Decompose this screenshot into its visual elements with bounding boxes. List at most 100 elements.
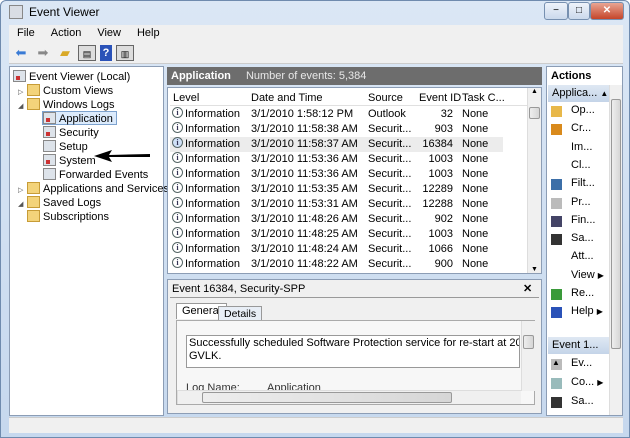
close-detail-button[interactable]: ✕ bbox=[523, 282, 532, 295]
action-item[interactable]: Cl... bbox=[571, 159, 591, 171]
cell-date-time: 3/1/2010 11:58:38 AM bbox=[251, 123, 358, 135]
maximize-button[interactable]: □ bbox=[568, 2, 590, 20]
action-item[interactable]: Co... ▶ bbox=[571, 376, 603, 388]
action-label: Ev... bbox=[571, 357, 593, 369]
log-icon bbox=[43, 140, 56, 152]
action-item[interactable]: Im... bbox=[571, 141, 592, 153]
expand-arrow-icon[interactable]: ▷ bbox=[18, 186, 23, 194]
scroll-thumb[interactable] bbox=[611, 99, 621, 349]
cell-level: Information bbox=[185, 258, 241, 270]
events-scrollbar[interactable]: ▲ ▼ bbox=[527, 88, 541, 273]
action-item[interactable]: Help ▶ bbox=[571, 305, 603, 317]
tree-item-subscriptions[interactable]: Subscriptions bbox=[27, 210, 109, 224]
minimize-button[interactable]: − bbox=[544, 2, 568, 20]
general-tab-content: Successfully scheduled Software Protecti… bbox=[176, 320, 535, 405]
help-icon[interactable]: ? bbox=[100, 44, 112, 61]
table-row[interactable]: i Information 3/1/2010 11:58:38 AM Securit.… bbox=[170, 122, 503, 137]
table-row[interactable]: i Information 3/1/2010 1:58:12 PM Outlook 32… bbox=[170, 107, 503, 122]
column-level[interactable]: Level bbox=[173, 90, 199, 106]
tree-item-custom-views[interactable]: Custom Views bbox=[27, 84, 113, 98]
cell-task-category: None bbox=[462, 168, 489, 180]
find-icon bbox=[551, 215, 562, 227]
back-icon[interactable]: ⬅ bbox=[12, 45, 30, 61]
detail-title: Event 16384, Security-SPP bbox=[172, 283, 306, 295]
column-headers: Level Date and Time Source Event ID Task… bbox=[170, 90, 527, 106]
action-item[interactable]: Filt... bbox=[571, 177, 595, 189]
expand-arrow-icon[interactable]: ▷ bbox=[18, 88, 23, 96]
show-hide-action-pane-icon[interactable]: ▥ bbox=[116, 44, 134, 61]
tree-item-system[interactable]: System bbox=[43, 154, 96, 168]
up-folder-icon[interactable]: ▰ bbox=[56, 45, 74, 61]
table-row[interactable]: i Information 3/1/2010 11:58:37 AM Securit.… bbox=[170, 137, 503, 152]
action-item[interactable]: Ev... bbox=[571, 357, 592, 369]
scroll-down-icon[interactable]: ▼ bbox=[528, 266, 541, 273]
cell-source: Securit... bbox=[368, 213, 412, 225]
cell-level: Information bbox=[185, 123, 241, 135]
tree-item-forwarded-events[interactable]: Forwarded Events bbox=[43, 168, 148, 182]
tab-details[interactable]: Details bbox=[218, 306, 263, 320]
actions-scrollbar[interactable] bbox=[609, 85, 622, 415]
cell-task-category: None bbox=[462, 243, 489, 255]
detail-vertical-scrollbar[interactable] bbox=[521, 321, 535, 391]
cell-date-time: 3/1/2010 11:48:25 AM bbox=[251, 228, 358, 240]
action-item[interactable]: Fin... bbox=[571, 214, 595, 226]
table-row[interactable]: i Information 3/1/2010 11:48:22 AM Securit.… bbox=[170, 257, 503, 272]
action-item[interactable]: Re... bbox=[571, 287, 594, 299]
tree-item-setup[interactable]: Setup bbox=[43, 140, 88, 154]
tree-item-applications-and-services[interactable]: Applications and Services Lo bbox=[27, 182, 184, 196]
column-event-id[interactable]: Event ID bbox=[419, 90, 461, 106]
folder-icon bbox=[27, 210, 40, 222]
menu-action[interactable]: Action bbox=[43, 25, 90, 42]
table-row[interactable]: i Information 3/1/2010 11:48:25 AM Securit.… bbox=[170, 227, 503, 242]
table-row[interactable]: i Information 3/1/2010 11:53:35 AM Securit.… bbox=[170, 182, 503, 197]
column-source[interactable]: Source bbox=[368, 90, 403, 106]
show-hide-console-tree-icon[interactable]: ▤ bbox=[78, 44, 96, 61]
action-item[interactable]: Sa... bbox=[571, 395, 594, 407]
scroll-thumb[interactable] bbox=[529, 107, 540, 119]
action-item[interactable]: Att... bbox=[571, 250, 594, 262]
collapse-arrow-icon[interactable]: ◢ bbox=[18, 200, 23, 208]
table-row[interactable]: i Information 3/1/2010 11:48:24 AM Securit.… bbox=[170, 242, 503, 257]
tree-item-windows-logs[interactable]: Windows Logs bbox=[27, 98, 115, 112]
table-row[interactable]: i Information 3/1/2010 11:53:36 AM Securit.… bbox=[170, 167, 503, 182]
table-row[interactable]: i Information 3/1/2010 11:53:31 AM Securit.… bbox=[170, 197, 503, 212]
table-row[interactable]: i Information 3/1/2010 11:53:36 AM Securit.… bbox=[170, 152, 503, 167]
action-item[interactable]: Pr... bbox=[571, 196, 591, 208]
scroll-up-icon[interactable]: ▲ bbox=[528, 88, 541, 95]
forward-icon[interactable]: ➡ bbox=[34, 45, 52, 61]
console-tree: Event Viewer (Local) ▷ Custom Views ◢ Wi… bbox=[9, 66, 184, 416]
cell-level: Information bbox=[185, 243, 241, 255]
menu-help[interactable]: Help bbox=[129, 25, 168, 42]
table-row[interactable]: i Information 3/1/2010 11:48:26 AM Securit.… bbox=[170, 212, 503, 227]
filter-icon bbox=[551, 179, 562, 191]
action-item[interactable]: Sa... bbox=[571, 232, 594, 244]
close-button[interactable]: ✕ bbox=[590, 2, 624, 20]
collapse-arrow-icon[interactable]: ◢ bbox=[18, 102, 23, 110]
action-item[interactable]: View ▶ bbox=[571, 269, 604, 281]
detail-horizontal-scrollbar[interactable] bbox=[177, 390, 521, 404]
action-item[interactable]: Op... bbox=[571, 104, 595, 116]
cell-date-time: 3/1/2010 11:48:22 AM bbox=[251, 258, 358, 270]
actions-title: Actions bbox=[551, 70, 592, 82]
cell-date-time: 3/1/2010 11:48:24 AM bbox=[251, 243, 358, 255]
tree-label: Custom Views bbox=[43, 85, 114, 97]
actions-section-application[interactable]: Applica... ▲ bbox=[548, 85, 609, 102]
scroll-thumb[interactable] bbox=[202, 392, 452, 403]
menu-view[interactable]: View bbox=[89, 25, 129, 42]
cell-source: Securit... bbox=[368, 228, 412, 240]
scroll-thumb[interactable] bbox=[523, 335, 534, 349]
folder-icon bbox=[27, 98, 40, 110]
tree-item-saved-logs[interactable]: Saved Logs bbox=[27, 196, 101, 210]
actions-section-event[interactable]: Event 1... ▲ bbox=[548, 337, 609, 367]
log-icon bbox=[43, 168, 56, 180]
event-count: Number of events: 5,384 bbox=[245, 70, 367, 82]
column-date-time[interactable]: Date and Time bbox=[251, 90, 323, 106]
tree-item-application[interactable]: Application bbox=[42, 111, 117, 125]
tree-item-security[interactable]: Security bbox=[43, 126, 99, 140]
menu-file[interactable]: File bbox=[9, 25, 43, 42]
cell-event-id: 12289 bbox=[422, 183, 453, 195]
column-task-category[interactable]: Task C... bbox=[462, 90, 505, 106]
action-item[interactable]: Cr... bbox=[571, 122, 591, 134]
tree-root[interactable]: Event Viewer (Local) bbox=[13, 70, 130, 84]
action-label: Im... bbox=[571, 140, 593, 153]
